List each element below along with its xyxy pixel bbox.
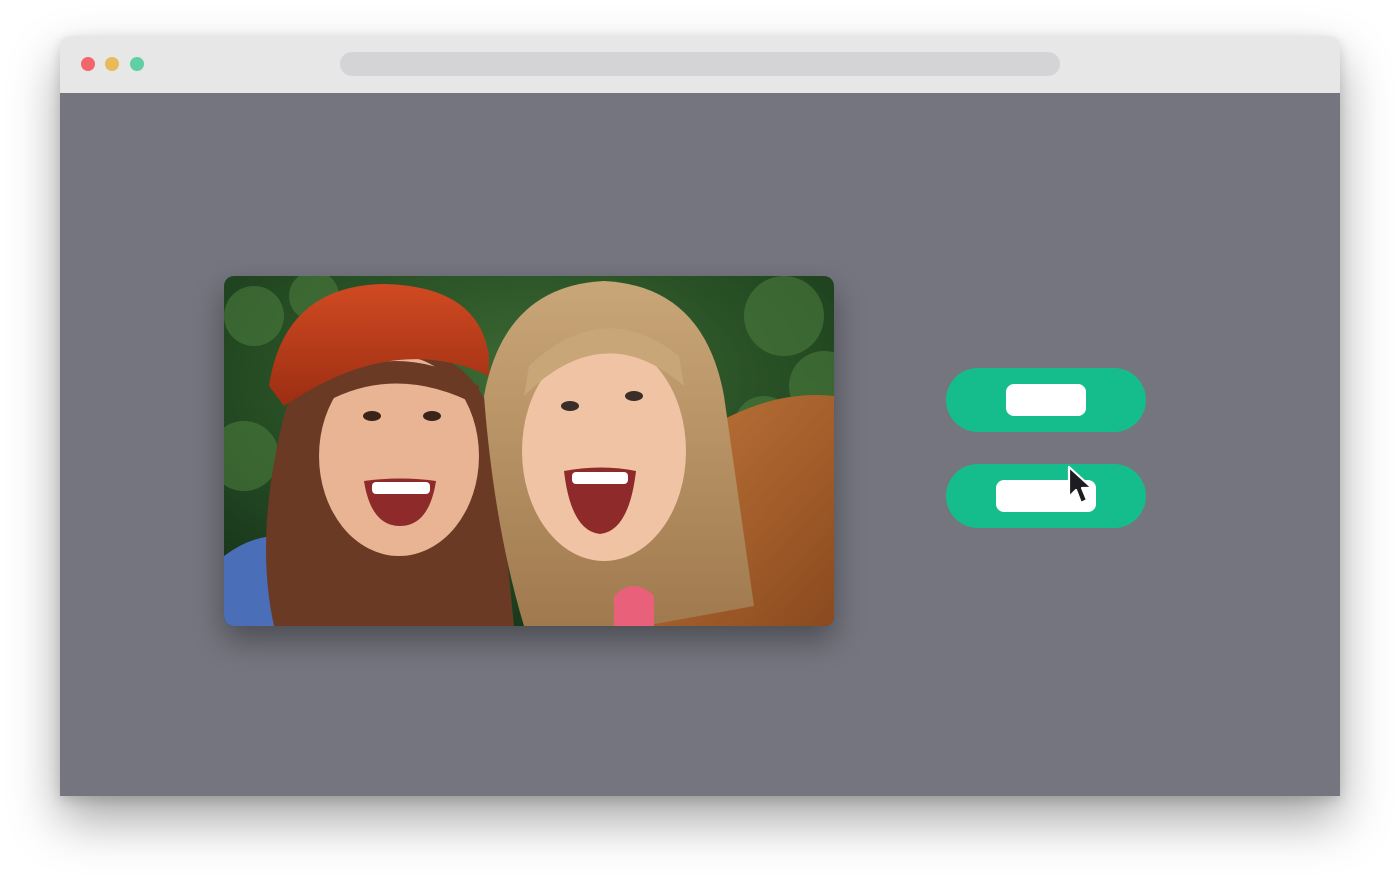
- maximize-window-button[interactable]: [130, 57, 144, 71]
- page-viewport: [60, 93, 1340, 796]
- action-button-2[interactable]: [946, 464, 1146, 528]
- title-bar: [60, 36, 1340, 93]
- close-window-button[interactable]: [81, 57, 95, 71]
- browser-window: [60, 36, 1340, 796]
- photo-selfie: [224, 276, 834, 626]
- selfie-photo-image: [224, 276, 834, 626]
- minimize-window-button[interactable]: [105, 57, 119, 71]
- action-button-1[interactable]: [946, 368, 1146, 432]
- arrow-cursor-icon: [1067, 465, 1094, 505]
- action-button-1-label: [1006, 384, 1086, 416]
- address-bar[interactable]: [340, 52, 1060, 76]
